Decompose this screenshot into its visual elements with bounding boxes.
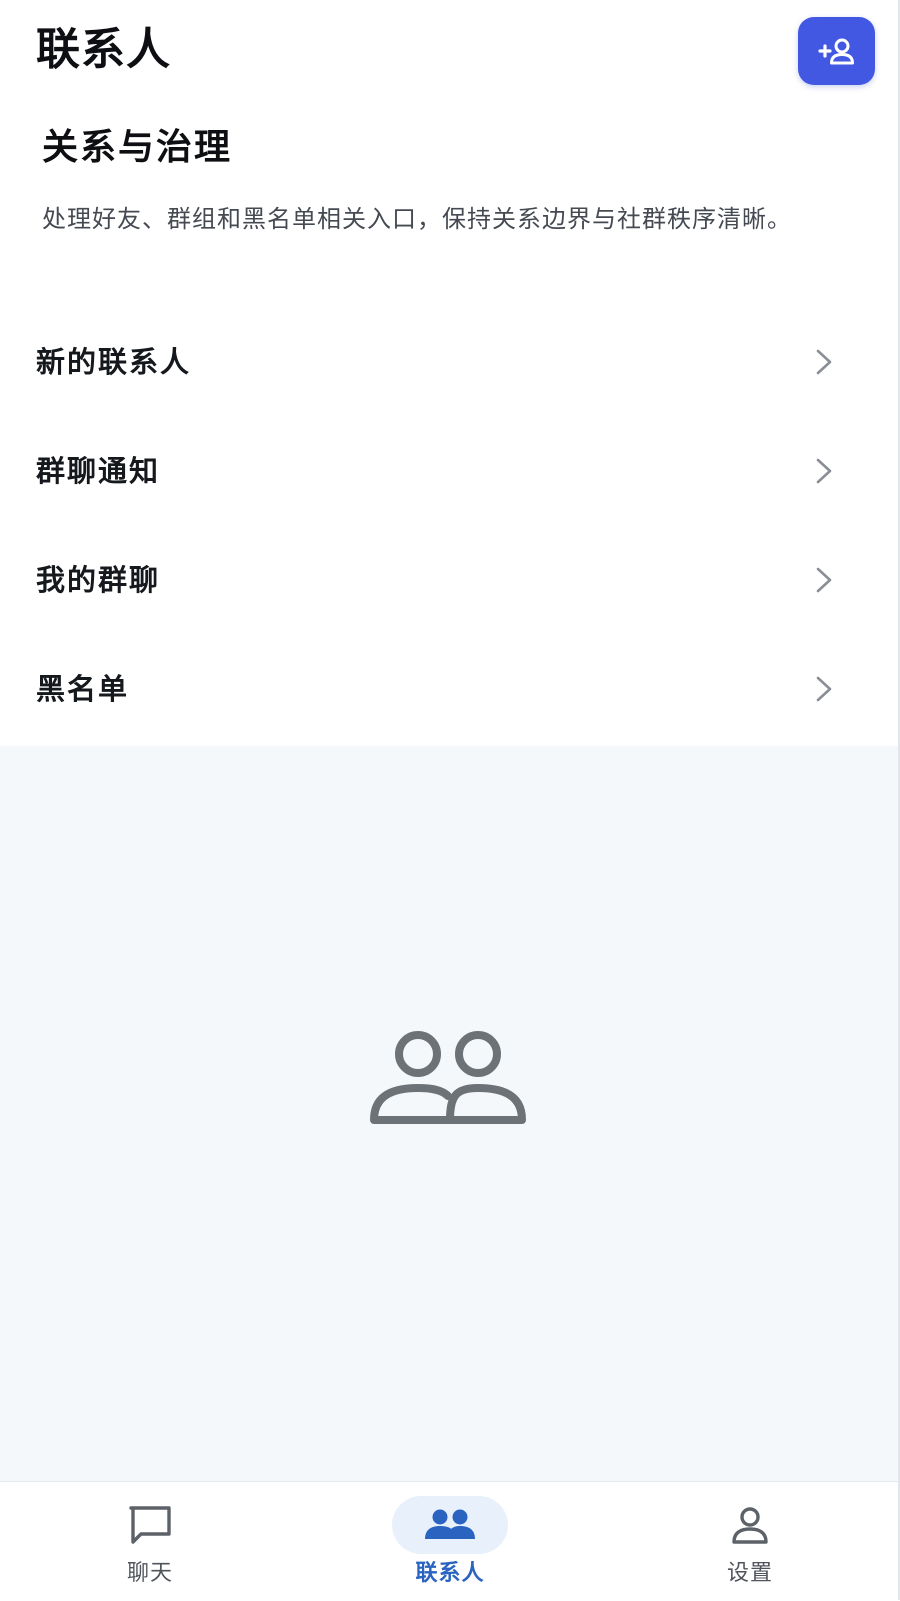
nav-item-chat[interactable]: 聊天	[50, 1482, 250, 1601]
page-title: 联系人	[36, 24, 171, 75]
add-contact-button[interactable]	[798, 17, 875, 85]
nav-item-contacts[interactable]: 联系人	[350, 1482, 550, 1601]
menu-item-label: 群聊通知	[36, 454, 161, 488]
nav-label-contacts: 联系人	[415, 1561, 485, 1586]
people-outline-icon	[370, 1031, 526, 1124]
person-add-icon	[817, 38, 854, 65]
menu-item-label: 我的群聊	[36, 563, 161, 597]
nav-label-settings: 设置	[726, 1561, 773, 1586]
person-icon	[732, 1507, 768, 1544]
section-description: 处理好友、群组和黑名单相关入口，保持关系边界与社群秩序清晰。	[42, 205, 792, 233]
chevron-right-icon	[816, 676, 832, 702]
chevron-right-icon	[816, 567, 832, 593]
menu-item-group-notifications[interactable]: 群聊通知	[0, 421, 898, 530]
people-icon	[425, 1509, 475, 1539]
bottom-navigation: 聊天 联系人 设置	[0, 1481, 898, 1601]
nav-label-chat: 聊天	[126, 1561, 173, 1586]
menu-item-blacklist[interactable]: 黑名单	[0, 639, 898, 748]
top-bar: 联系人	[0, 0, 900, 110]
chevron-right-icon	[816, 349, 832, 375]
chat-bubble-icon	[129, 1506, 171, 1544]
menu-item-my-groups[interactable]: 我的群聊	[0, 530, 898, 639]
section-title: 关系与治理	[42, 127, 233, 168]
empty-state	[0, 746, 898, 1482]
nav-icon-container	[692, 1496, 808, 1554]
chevron-right-icon	[816, 458, 832, 484]
contacts-menu: 新的联系人 群聊通知 我的群聊 黑名单	[0, 312, 898, 748]
menu-item-label: 新的联系人	[36, 345, 192, 379]
nav-icon-container	[92, 1496, 208, 1554]
menu-item-label: 黑名单	[36, 672, 130, 706]
menu-item-new-contacts[interactable]: 新的联系人	[0, 312, 898, 421]
nav-item-settings[interactable]: 设置	[650, 1482, 850, 1601]
nav-icon-container	[392, 1496, 508, 1554]
